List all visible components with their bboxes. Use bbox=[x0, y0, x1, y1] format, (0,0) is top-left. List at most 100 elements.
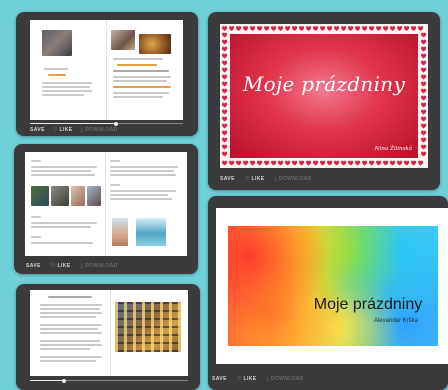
download-button[interactable]: ⤓ DOWNLOAD bbox=[275, 176, 312, 182]
heart-decoration bbox=[421, 60, 427, 66]
page-photo bbox=[71, 186, 85, 206]
presentation-card-rainbow[interactable]: Moje prázdniny Alexander Krška SAVE ♡ LI… bbox=[208, 196, 448, 390]
book-viewer[interactable] bbox=[25, 152, 187, 256]
heart-decoration bbox=[421, 144, 427, 150]
book-left-page bbox=[30, 20, 107, 120]
heart-decoration bbox=[421, 102, 427, 108]
heart-decoration bbox=[404, 26, 410, 31]
presentation-card-book-1[interactable]: SAVE ♡ LIKE ⤓ DOWNLOAD bbox=[16, 12, 198, 136]
heart-icon: ♡ bbox=[52, 127, 60, 133]
like-button[interactable]: ♡ LIKE bbox=[53, 127, 73, 133]
heart-decoration bbox=[271, 26, 277, 31]
download-button[interactable]: ⤓ DOWNLOAD bbox=[267, 376, 304, 382]
heart-decoration bbox=[421, 39, 427, 45]
like-button[interactable]: ♡ LIKE bbox=[245, 176, 265, 182]
book-right-page bbox=[111, 290, 188, 376]
like-button[interactable]: ♡ LIKE bbox=[237, 376, 257, 382]
heart-decoration bbox=[257, 160, 263, 166]
heart-decoration bbox=[222, 160, 228, 166]
heart-decoration bbox=[299, 26, 305, 31]
page-photo bbox=[139, 34, 171, 54]
presentation-card-book-3[interactable] bbox=[16, 284, 200, 390]
heart-decoration bbox=[376, 160, 382, 166]
heart-decoration bbox=[383, 26, 389, 31]
page-photo bbox=[136, 218, 166, 246]
heart-decoration bbox=[320, 160, 326, 166]
heart-decoration bbox=[334, 160, 340, 166]
heart-decoration bbox=[421, 53, 427, 59]
heart-decoration bbox=[299, 160, 305, 166]
page-photo bbox=[42, 30, 72, 56]
download-button[interactable]: ⤓ DOWNLOAD bbox=[81, 263, 118, 269]
heart-decoration bbox=[222, 95, 228, 101]
progress-knob[interactable] bbox=[61, 378, 66, 383]
save-button[interactable]: SAVE bbox=[26, 263, 41, 269]
heart-decoration bbox=[421, 109, 427, 115]
heart-decoration bbox=[390, 160, 396, 166]
presentation-card-hearts[interactable]: Moje prázdniny Nina Žilinská SAVE ♡ LIKE… bbox=[208, 12, 440, 190]
heart-decoration bbox=[362, 26, 368, 31]
progress-fill bbox=[30, 123, 115, 124]
heart-decoration bbox=[222, 130, 228, 136]
heart-decoration bbox=[327, 26, 333, 31]
progress-bar[interactable] bbox=[30, 378, 188, 383]
heart-decoration bbox=[250, 26, 256, 31]
heart-decoration bbox=[222, 32, 228, 38]
heart-decoration bbox=[222, 46, 228, 52]
heart-decoration bbox=[222, 151, 228, 157]
progress-fill bbox=[30, 380, 62, 381]
page-photo bbox=[111, 30, 135, 50]
heart-decoration bbox=[222, 26, 228, 31]
page-photo bbox=[112, 218, 128, 246]
heart-decoration bbox=[250, 160, 256, 166]
heart-decoration bbox=[418, 160, 424, 166]
heart-decoration bbox=[421, 151, 427, 157]
heart-icon: ♡ bbox=[50, 263, 58, 269]
presentation-card-book-2[interactable]: SAVE ♡ LIKE ⤓ DOWNLOAD bbox=[14, 144, 198, 274]
heart-icon: ♡ bbox=[244, 176, 252, 182]
download-button[interactable]: ⤓ DOWNLOAD bbox=[81, 127, 118, 133]
heart-decoration bbox=[341, 160, 347, 166]
slide-author: Nina Žilinská bbox=[374, 146, 412, 152]
heart-decoration bbox=[285, 160, 291, 166]
heart-decoration bbox=[278, 160, 284, 166]
heart-decoration bbox=[421, 46, 427, 52]
save-button[interactable]: SAVE bbox=[220, 176, 235, 182]
heart-decoration bbox=[411, 160, 417, 166]
save-button[interactable]: SAVE bbox=[30, 127, 45, 133]
heart-decoration bbox=[222, 123, 228, 129]
red-panel bbox=[230, 34, 418, 158]
card-toolbar: SAVE ♡ LIKE ⤓ DOWNLOAD bbox=[14, 260, 198, 272]
heart-decoration bbox=[236, 160, 242, 166]
heart-decoration bbox=[421, 123, 427, 129]
title-slide-hearts[interactable]: Moje prázdniny Nina Žilinská bbox=[220, 24, 428, 168]
heart-decoration bbox=[222, 144, 228, 150]
heart-decoration bbox=[369, 160, 375, 166]
heart-decoration bbox=[421, 95, 427, 101]
heart-decoration bbox=[404, 160, 410, 166]
book-left-page bbox=[25, 152, 106, 256]
card-toolbar: SAVE ♡ LIKE ⤓ DOWNLOAD bbox=[208, 172, 440, 186]
heart-decoration bbox=[285, 26, 291, 31]
like-button[interactable]: ♡ LIKE bbox=[51, 263, 71, 269]
heart-decoration bbox=[229, 160, 235, 166]
page-photo bbox=[87, 186, 101, 206]
heart-decoration bbox=[313, 160, 319, 166]
save-button[interactable]: SAVE bbox=[212, 376, 227, 382]
heart-decoration bbox=[411, 26, 417, 31]
page-photo bbox=[51, 186, 69, 206]
slide-author: Alexander Krška bbox=[373, 318, 418, 324]
heart-decoration bbox=[264, 160, 270, 166]
heart-decoration bbox=[397, 160, 403, 166]
heart-decoration bbox=[341, 26, 347, 31]
progress-bar[interactable] bbox=[30, 121, 183, 126]
heart-decoration bbox=[348, 26, 354, 31]
book-viewer[interactable] bbox=[30, 290, 188, 376]
heart-decoration bbox=[320, 26, 326, 31]
heart-decoration bbox=[306, 26, 312, 31]
heart-decoration bbox=[362, 160, 368, 166]
book-viewer[interactable] bbox=[30, 20, 183, 120]
card-toolbar: SAVE ♡ LIKE ⤓ DOWNLOAD bbox=[208, 372, 448, 386]
heart-decoration bbox=[278, 26, 284, 31]
slide-viewer[interactable]: Moje prázdniny Alexander Krška bbox=[216, 208, 448, 364]
